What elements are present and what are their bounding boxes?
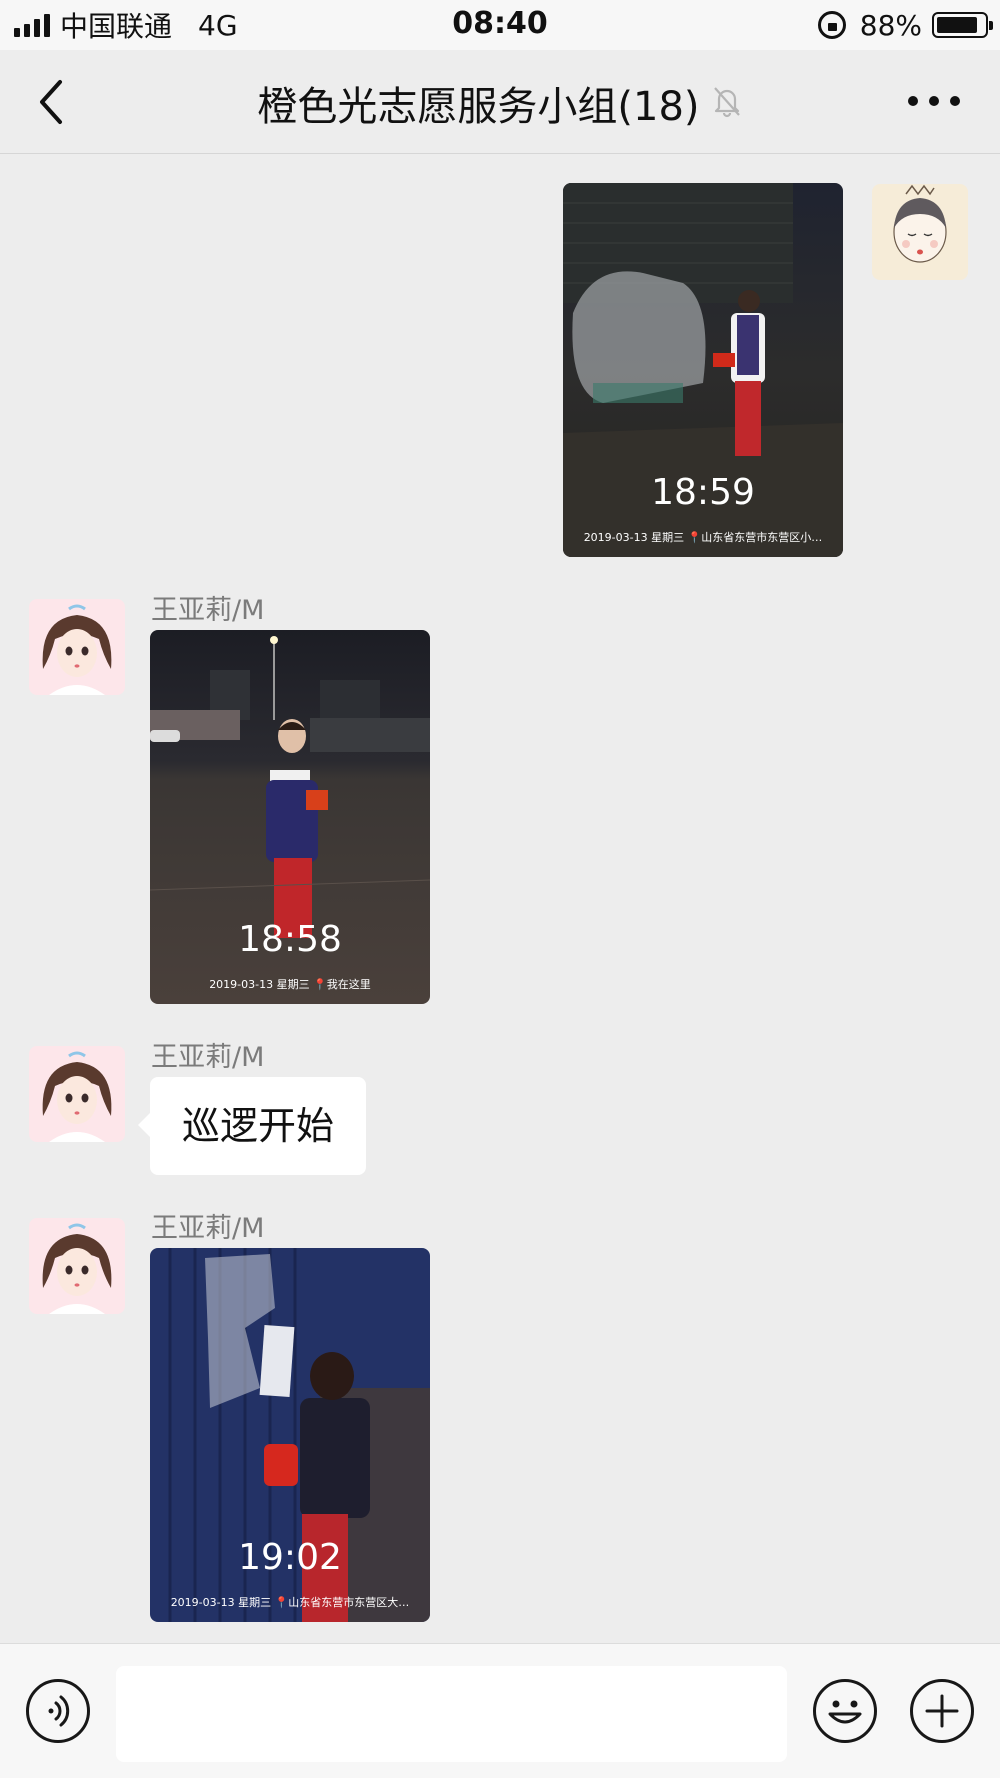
voice-button[interactable] [26, 1679, 90, 1743]
avatar-illustration-icon [29, 1046, 125, 1142]
more-button[interactable] [908, 86, 960, 116]
message-photo-3[interactable]: 19:02 2019-03-13 星期三 📍山东省东营市东营区大… [150, 1248, 430, 1622]
status-bar: 中国联通 4G 08:40 88% [0, 0, 1000, 50]
photo-timestamp: 18:59 [651, 472, 755, 513]
emoji-button[interactable] [813, 1679, 877, 1743]
chat-title-wrap: 橙色光志愿服务小组(18) [0, 74, 1000, 132]
battery-percent: 88% [859, 8, 922, 42]
rotation-lock-icon [817, 11, 846, 39]
message-photo-2[interactable]: 18:58 2019-03-13 星期三 📍我在这里 [150, 630, 430, 1004]
sender-name: 王亚莉/M [151, 1042, 265, 1073]
battery-icon [932, 12, 993, 38]
sender-name: 王亚莉/M [151, 1213, 265, 1244]
more-icon [908, 96, 918, 106]
more-functions-button[interactable] [910, 1679, 974, 1743]
chat-header: 橙色光志愿服务小组(18) [0, 50, 1000, 154]
message-input[interactable] [116, 1666, 787, 1762]
sender-avatar[interactable] [29, 1218, 125, 1314]
my-avatar[interactable] [872, 184, 968, 280]
sender-avatar[interactable] [29, 599, 125, 695]
sender-name: 王亚莉/M [151, 595, 265, 626]
photo-timestamp: 19:02 [238, 1537, 342, 1578]
chat-title: 橙色光志愿服务小组(18) [257, 84, 700, 130]
message-photo-1[interactable]: 18:59 2019-03-13 星期三 📍山东省东营市东营区小… [563, 183, 843, 557]
voice-icon [48, 1695, 70, 1727]
avatar-illustration-icon [872, 184, 968, 280]
avatar-illustration-icon [29, 599, 125, 695]
photo-caption: 2019-03-13 星期三 📍我在这里 [209, 978, 371, 991]
photo-timestamp: 18:58 [238, 919, 342, 960]
mute-bell-icon [711, 84, 743, 122]
chat-input-bar [0, 1643, 1000, 1778]
plus-icon [925, 1694, 959, 1728]
emoji-icon [828, 1700, 862, 1724]
avatar-illustration-icon [29, 1218, 125, 1314]
status-right: 88% [817, 8, 993, 42]
photo-caption: 2019-03-13 星期三 📍山东省东营市东营区小… [583, 531, 823, 544]
sender-avatar[interactable] [29, 1046, 125, 1142]
message-text-bubble[interactable]: 巡逻开始 [137, 1077, 367, 1175]
battery-fill [937, 17, 978, 33]
photo-caption: 2019-03-13 星期三 📍山东省东营市东营区大… [170, 1596, 410, 1609]
